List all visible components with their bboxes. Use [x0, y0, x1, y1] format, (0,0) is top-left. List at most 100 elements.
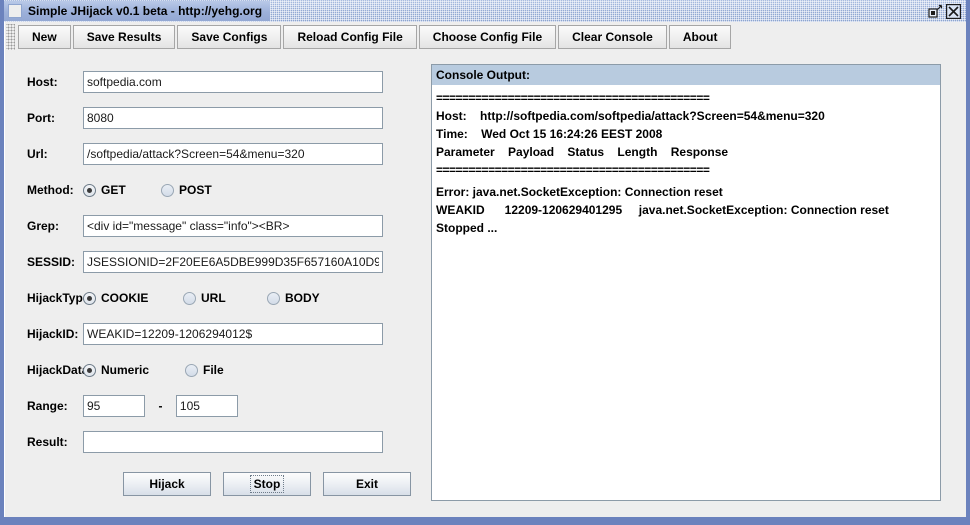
method-radio-post[interactable]: POST	[161, 183, 212, 197]
new-button[interactable]: New	[18, 25, 71, 49]
action-button-row: Hijack Stop Exit	[5, 472, 425, 496]
hijack-type-radio-body-label: BODY	[285, 291, 320, 305]
url-input[interactable]	[83, 143, 383, 165]
hijack-type-radio-cookie-label: COOKIE	[101, 291, 149, 305]
console-output[interactable]: Console Output: ========================…	[431, 64, 941, 501]
title-bar: Simple JHijack v0.1 beta - http://yehg.o…	[4, 0, 966, 22]
restore-button[interactable]	[928, 4, 943, 19]
console-line: ========================================…	[436, 91, 710, 105]
host-input[interactable]	[83, 71, 383, 93]
radio-off-icon	[267, 291, 280, 305]
range-label: Range:	[27, 399, 68, 413]
hijack-data-field-area: Numeric File	[83, 363, 425, 377]
hijack-id-row: HijackID:	[5, 316, 425, 352]
console-line: ========================================…	[436, 163, 710, 177]
console-line: Stopped ...	[436, 221, 498, 235]
content-area: Host: Port: Url: Method:	[4, 52, 966, 517]
sessid-row: SESSID:	[5, 244, 425, 280]
range-row: Range: -	[5, 388, 425, 424]
radio-off-icon	[161, 183, 174, 197]
range-to-input[interactable]	[175, 395, 238, 417]
method-label: Method:	[27, 183, 74, 197]
method-radio-get[interactable]: GET	[83, 183, 161, 197]
console-line: Parameter Payload Status Length Response	[436, 145, 729, 159]
console-panel: Console Output: ========================…	[425, 52, 966, 517]
method-radio-get-label: GET	[101, 183, 126, 197]
host-field-area	[83, 71, 425, 93]
choose-config-file-button[interactable]: Choose Config File	[418, 25, 557, 49]
url-label: Url:	[27, 147, 48, 161]
hijack-button[interactable]: Hijack	[123, 472, 211, 496]
radio-on-icon	[83, 291, 96, 305]
clear-console-button[interactable]: Clear Console	[558, 25, 667, 49]
hijack-type-radio-url-label: URL	[201, 291, 226, 305]
url-row: Url:	[5, 136, 425, 172]
sessid-input[interactable]	[83, 251, 383, 273]
console-line: WEAKID 12209-120629401295 java.net.Socke…	[436, 203, 889, 217]
grep-input[interactable]	[83, 215, 383, 237]
hijack-type-radio-url[interactable]: URL	[183, 291, 267, 305]
hijack-data-radio-group: Numeric File	[83, 363, 425, 377]
window-controls	[928, 3, 964, 19]
stop-button-label: Stop	[249, 475, 285, 493]
sessid-field-area	[83, 251, 425, 273]
title-bar-filler	[270, 1, 928, 21]
hijack-data-radio-file-label: File	[203, 363, 224, 377]
hijack-data-radio-numeric[interactable]: Numeric	[83, 363, 185, 377]
port-field-area	[83, 107, 425, 129]
grep-row: Grep:	[5, 208, 425, 244]
close-button[interactable]	[946, 3, 961, 19]
result-field-area	[83, 431, 425, 453]
hijack-type-radio-body[interactable]: BODY	[267, 291, 320, 305]
result-label: Result:	[27, 435, 68, 449]
hijack-type-field-area: COOKIE URL BODY	[83, 291, 425, 305]
save-results-button[interactable]: Save Results	[72, 25, 176, 49]
range-from-input[interactable]	[83, 395, 145, 417]
hijack-type-radio-group: COOKIE URL BODY	[83, 291, 425, 305]
result-row: Result:	[5, 424, 425, 460]
console-header: Console Output:	[432, 65, 940, 85]
hijack-type-label: HijackType:	[27, 291, 94, 305]
radio-off-icon	[185, 363, 198, 377]
range-separator: -	[158, 399, 163, 413]
range-field-area: -	[83, 395, 425, 417]
drag-grip[interactable]	[6, 24, 15, 50]
console-line: Time: Wed Oct 15 16:24:26 EEST 2008	[436, 127, 663, 141]
stop-button[interactable]: Stop	[223, 472, 311, 496]
hijack-id-field-area	[83, 323, 425, 345]
save-configs-button[interactable]: Save Configs	[177, 25, 282, 49]
application-window: Simple JHijack v0.1 beta - http://yehg.o…	[0, 0, 970, 525]
reload-config-file-button[interactable]: Reload Config File	[283, 25, 417, 49]
hijack-id-input[interactable]	[83, 323, 383, 345]
url-field-area	[83, 143, 425, 165]
method-field-area: GET POST	[83, 183, 425, 197]
port-label: Port:	[27, 111, 55, 125]
hijack-data-radio-numeric-label: Numeric	[101, 363, 150, 377]
sessid-label: SESSID:	[27, 255, 76, 269]
method-radio-group: GET POST	[83, 183, 425, 197]
port-input[interactable]	[83, 107, 383, 129]
hijack-data-radio-file[interactable]: File	[185, 363, 224, 377]
exit-button[interactable]: Exit	[323, 472, 411, 496]
grep-label: Grep:	[27, 219, 60, 233]
port-row: Port:	[5, 100, 425, 136]
hijack-data-label: HijackData:	[27, 363, 93, 377]
console-line: Error: java.net.SocketException: Connect…	[436, 185, 723, 199]
hijack-data-row: HijackData: Numeric File	[5, 352, 425, 388]
window-title: Simple JHijack v0.1 beta - http://yehg.o…	[28, 4, 263, 18]
radio-on-icon	[83, 183, 96, 197]
radio-off-icon	[183, 291, 196, 305]
about-button[interactable]: About	[668, 25, 732, 49]
method-row: Method: GET POST	[5, 172, 425, 208]
grep-field-area	[83, 215, 425, 237]
result-input[interactable]	[83, 431, 383, 453]
title-bar-left: Simple JHijack v0.1 beta - http://yehg.o…	[4, 1, 271, 21]
radio-on-icon	[83, 363, 96, 377]
hijack-button-label: Hijack	[149, 477, 185, 491]
console-line: Host: http://softpedia.com/softpedia/att…	[436, 109, 825, 123]
method-radio-post-label: POST	[179, 183, 212, 197]
hijack-type-radio-cookie[interactable]: COOKIE	[83, 291, 183, 305]
hijack-type-row: HijackType: COOKIE URL BODY	[5, 280, 425, 316]
exit-button-label: Exit	[355, 477, 378, 491]
hijack-id-label: HijackID:	[27, 327, 79, 341]
